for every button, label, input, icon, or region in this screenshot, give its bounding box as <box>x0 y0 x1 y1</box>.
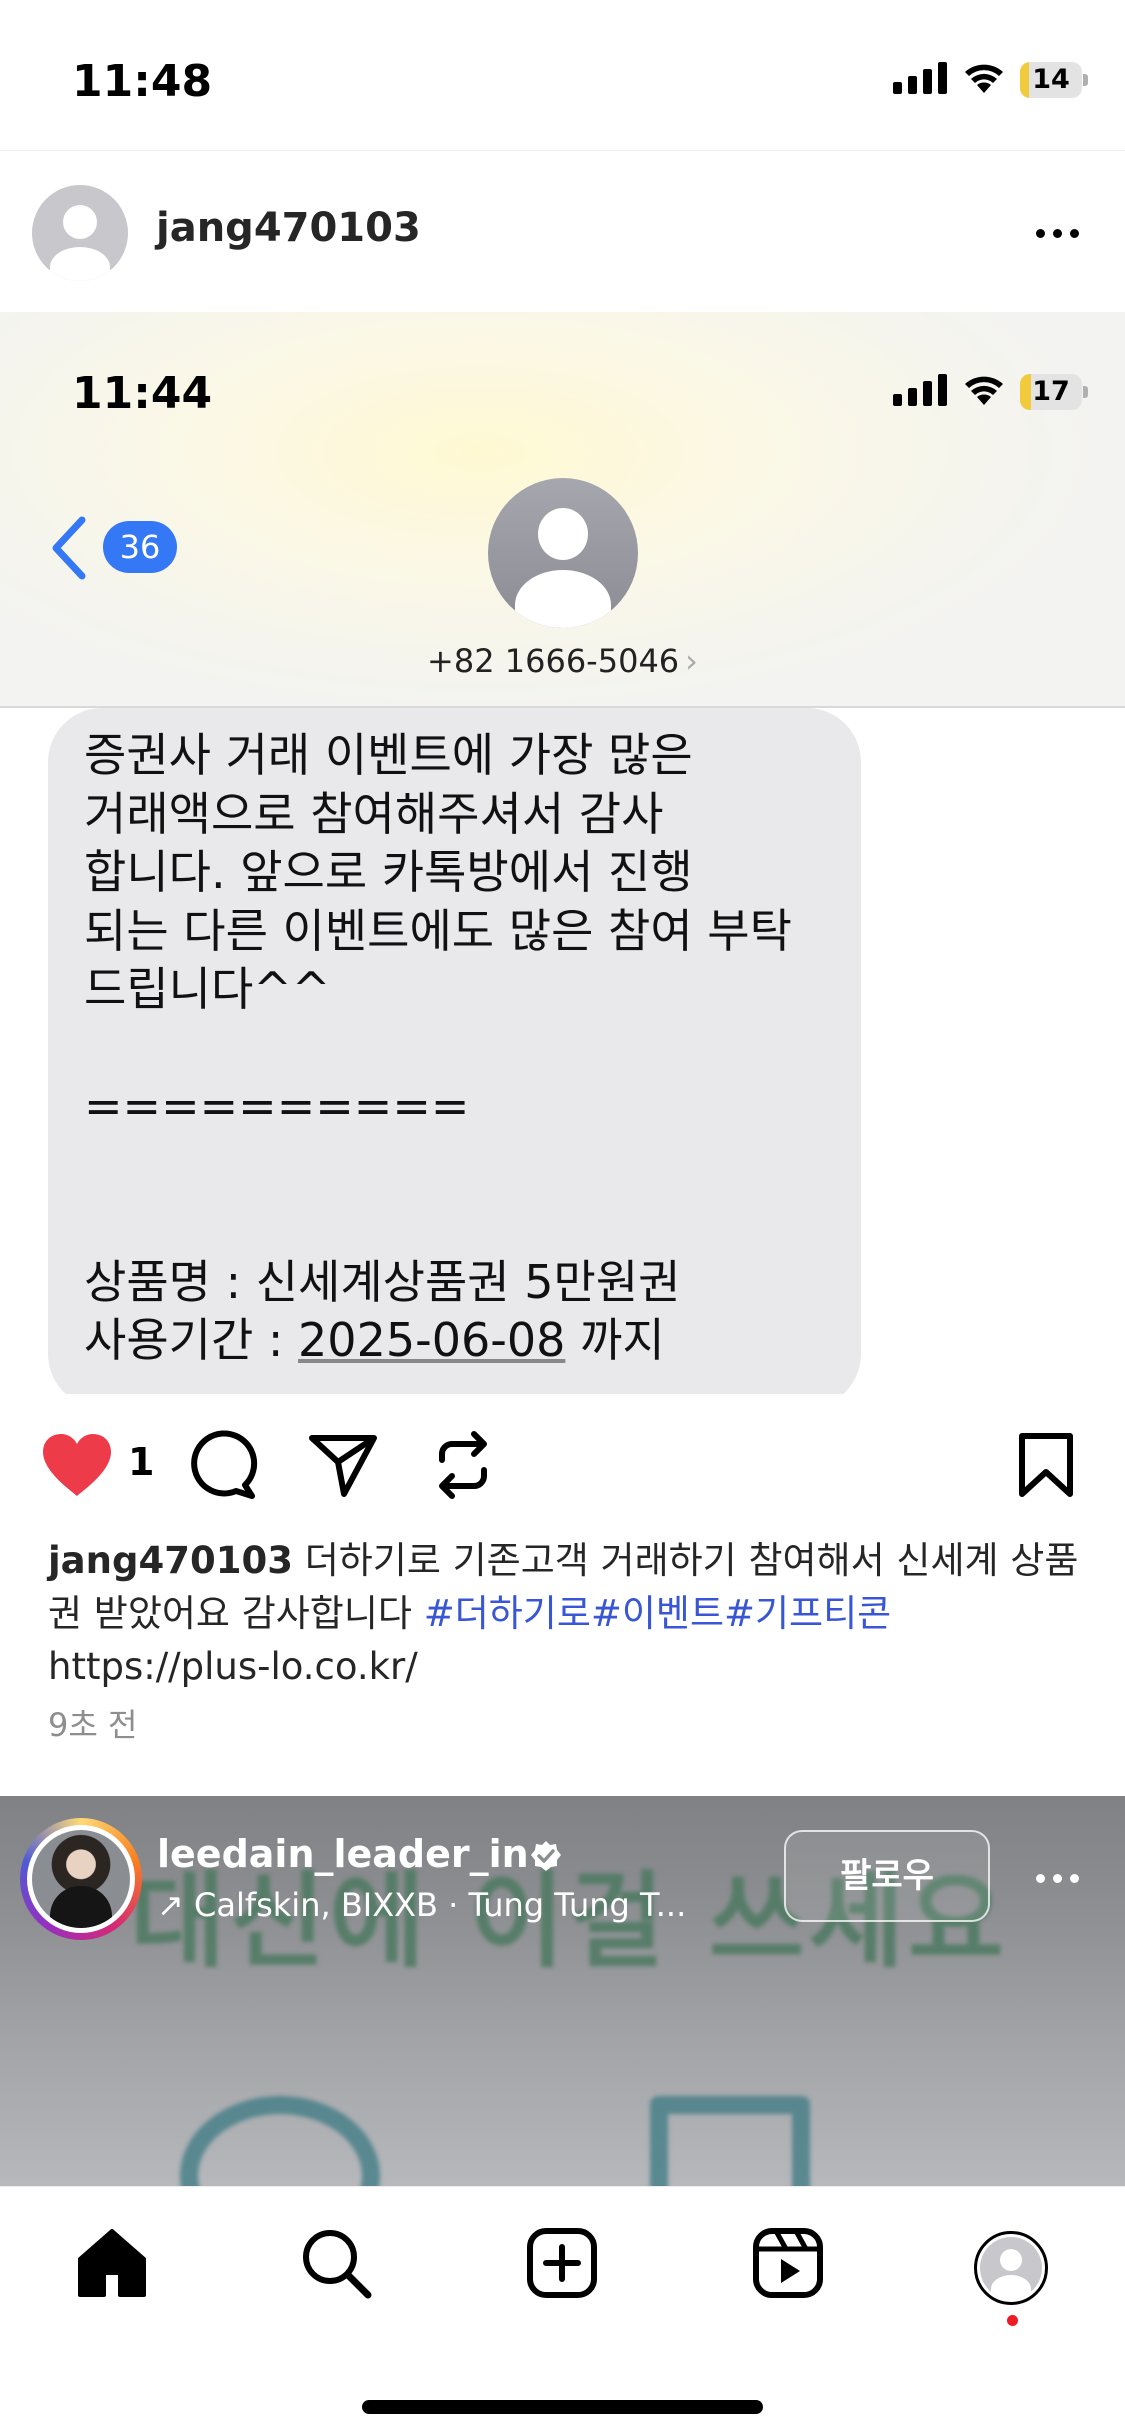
next-post-username[interactable]: leedain_leader_in <box>157 1832 529 1876</box>
message-line: 되는 다른 이벤트에도 많은 참여 부탁 <box>84 903 792 958</box>
contact-number-text: +82 1666-5046 <box>427 642 680 680</box>
wifi-icon <box>965 376 1003 405</box>
battery-icon: 17 <box>1020 374 1082 410</box>
create-post-icon[interactable] <box>526 2227 598 2299</box>
cellular-signal-icon <box>893 374 947 406</box>
message-line: 드립니다^^ <box>84 962 331 1016</box>
cellular-signal-icon <box>893 62 947 94</box>
screenshot-status-time: 11:44 <box>72 368 213 419</box>
home-icon[interactable] <box>76 2227 148 2299</box>
post-author-avatar[interactable] <box>32 185 128 281</box>
notification-dot <box>1007 2315 1018 2326</box>
post-author-username[interactable]: jang470103 <box>156 205 421 251</box>
post-image[interactable]: 11:44 17 36 +82 1666-5046 › 증권사 거래 이벤트에 가… <box>0 312 1125 1394</box>
profile-tab[interactable] <box>974 2231 1048 2305</box>
message-line <box>84 1019 792 1078</box>
like-heart-icon[interactable] <box>40 1432 114 1498</box>
caption-link[interactable]: https://plus-lo.co.kr/ <box>48 1645 418 1688</box>
reels-icon[interactable] <box>752 2227 824 2299</box>
post-caption: jang470103 더하기로 기존고객 거래하기 참여해서 신세계 상품권 받… <box>48 1534 1088 1693</box>
follow-button[interactable]: 팔로우 <box>784 1830 990 1922</box>
wifi-icon <box>965 64 1003 93</box>
message-line <box>84 1136 792 1195</box>
back-chevron-icon <box>52 516 86 580</box>
more-options-icon[interactable] <box>1036 1874 1079 1883</box>
message-line: ========== <box>84 1079 470 1133</box>
message-line: 증권사 거래 이벤트에 가장 많은 <box>84 728 693 782</box>
battery-nub <box>1083 74 1088 86</box>
home-indicator[interactable] <box>362 2400 763 2414</box>
like-count[interactable]: 1 <box>128 1440 154 1484</box>
verified-badge-icon <box>531 1841 561 1871</box>
next-post-avatar <box>32 1830 130 1928</box>
next-post-avatar-story-ring[interactable] <box>20 1818 142 1940</box>
post-timestamp: 9초 전 <box>48 1706 138 1744</box>
contact-number: +82 1666-5046 › <box>0 642 1125 680</box>
arrow-up-right-icon: ↗ <box>157 1886 194 1924</box>
status-time: 11:48 <box>72 56 213 107</box>
share-send-icon[interactable] <box>308 1432 378 1498</box>
period-label: 사용기간 : <box>84 1313 299 1367</box>
post-actions: 1 <box>0 1394 1125 1534</box>
status-bar: 11:48 14 <box>0 0 1125 150</box>
repost-icon[interactable] <box>428 1430 498 1500</box>
caption-username[interactable]: jang470103 <box>48 1539 293 1582</box>
message-header: 11:44 17 36 +82 1666-5046 › <box>0 312 1125 706</box>
bookmark-icon[interactable] <box>1018 1432 1074 1498</box>
comment-icon[interactable] <box>188 1430 258 1500</box>
message-text: 증권사 거래 이벤트에 가장 많은 거래액으로 참여해주셔서 감사 합니다. 앞으로… <box>84 726 792 1370</box>
next-post[interactable]: 대신에 이걸 쓰세요 leedain_leader_in ↗ Calfskin,… <box>0 1796 1125 2186</box>
battery-icon: 14 <box>1020 62 1082 98</box>
caption-hashtags[interactable]: #더하기로#이벤트#기프티콘 <box>424 1592 891 1635</box>
chevron-right-icon: › <box>685 642 698 680</box>
battery-percent: 17 <box>1032 376 1070 407</box>
profile-avatar <box>980 2237 1042 2299</box>
message-line: 거래액으로 참여해주셔서 감사 <box>84 786 664 841</box>
message-bubble: 증권사 거래 이벤트에 가장 많은 거래액으로 참여해주셔서 감사 합니다. 앞으로… <box>48 708 861 1394</box>
next-post-audio[interactable]: ↗ Calfskin, BIXXB · Tung Tung T... <box>157 1886 686 1924</box>
unread-count-badge: 36 <box>103 521 177 573</box>
contact-avatar <box>488 478 638 628</box>
message-line: 합니다. 앞으로 카톡방에서 진행 <box>84 845 693 899</box>
search-icon[interactable] <box>300 2227 372 2299</box>
next-post-avatar-frame <box>27 1825 135 1933</box>
battery-percent: 14 <box>1032 64 1070 95</box>
next-post-image-shapes <box>180 2096 980 2186</box>
battery-nub <box>1083 386 1088 398</box>
period-suffix: 까지 <box>565 1313 665 1367</box>
message-line: 상품명 : 신세계상품권 5만원권 <box>84 1254 681 1309</box>
next-post-audio-text: Calfskin, BIXXB · Tung Tung T... <box>193 1886 687 1924</box>
message-line-period: 사용기간 : 2025-06-08 까지 <box>84 1311 792 1370</box>
more-options-icon[interactable] <box>1036 229 1079 238</box>
post-header: jang470103 <box>0 150 1125 312</box>
bottom-tab-bar <box>0 2186 1125 2436</box>
message-line <box>84 1194 792 1253</box>
period-date-link: 2025-06-08 <box>298 1313 566 1367</box>
